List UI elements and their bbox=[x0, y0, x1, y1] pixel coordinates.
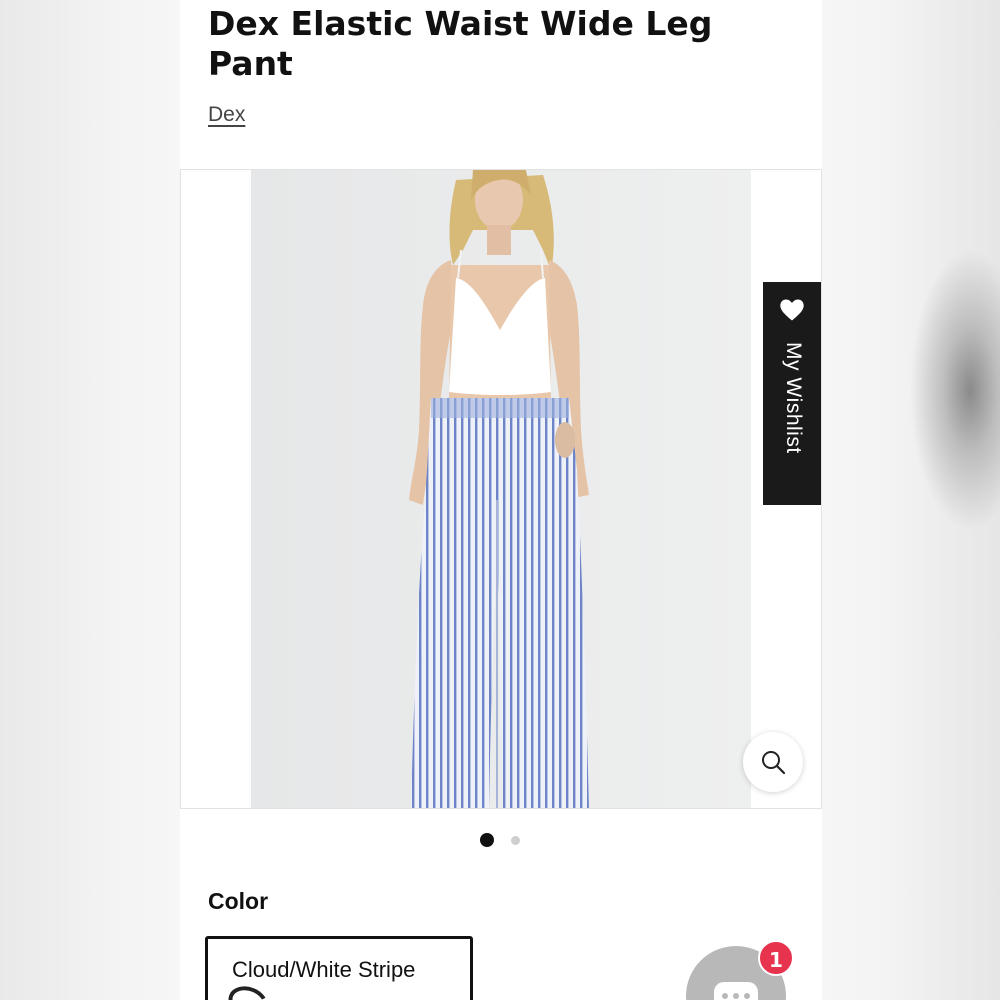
carousel-dot-active[interactable] bbox=[480, 833, 494, 847]
color-option-button[interactable]: Cloud/White Stripe bbox=[205, 936, 473, 1000]
carousel-dot[interactable] bbox=[511, 836, 520, 845]
product-gallery[interactable] bbox=[180, 169, 822, 809]
chat-notification-badge: 1 bbox=[758, 940, 794, 976]
brand-link[interactable]: Dex bbox=[208, 103, 245, 127]
color-option-label: Cloud/White Stripe bbox=[232, 957, 416, 982]
background-right bbox=[820, 0, 1000, 1000]
chat-bubble-icon bbox=[714, 982, 758, 1000]
swatch-icon bbox=[224, 981, 272, 1000]
product-title: Dex Elastic Waist Wide Leg Pant bbox=[208, 4, 713, 83]
background-left bbox=[0, 0, 180, 1000]
heart-icon bbox=[780, 299, 804, 321]
wishlist-label: My Wishlist bbox=[782, 342, 805, 454]
wishlist-tab[interactable]: My Wishlist bbox=[763, 282, 821, 505]
model-illustration bbox=[251, 170, 751, 808]
zoom-button[interactable] bbox=[743, 732, 803, 792]
product-photo bbox=[251, 170, 751, 808]
magnifier-icon bbox=[762, 751, 786, 775]
product-page: Dex Elastic Waist Wide Leg Pant Dex My W… bbox=[180, 0, 822, 1000]
color-label: Color bbox=[208, 888, 269, 914]
